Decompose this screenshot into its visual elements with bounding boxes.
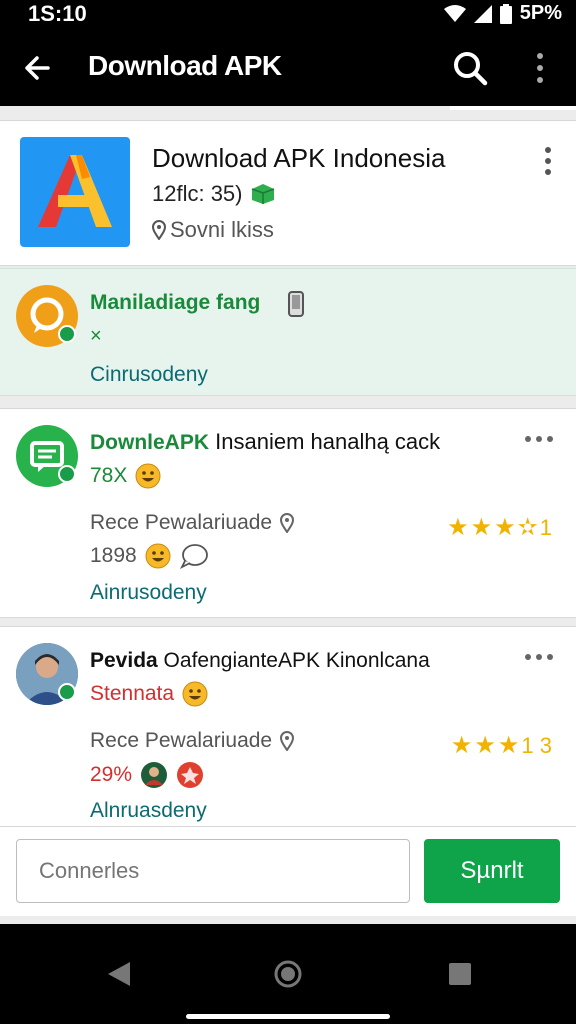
system-nav-bar <box>0 924 576 1024</box>
star-icon: ★ <box>497 732 520 759</box>
smiley-emoji-icon <box>135 463 161 489</box>
highlight-title: Maniladiage fang <box>90 291 261 314</box>
home-indicator <box>186 1014 390 1019</box>
highlight-link[interactable]: Cinrusodeny <box>90 363 208 387</box>
item-link[interactable]: Ainrusodeny <box>90 581 207 605</box>
item-menu-button[interactable] <box>524 647 554 667</box>
item-title: DownleAPK Insaniem hanalhą cack <box>90 429 440 455</box>
search-icon <box>454 52 488 86</box>
phone-icon <box>288 291 304 317</box>
item-title-bold: Pevida <box>90 649 158 672</box>
verified-badge-icon <box>58 465 76 483</box>
item-count: 1898 <box>90 544 137 567</box>
highlight-card[interactable]: Maniladiage fang × Cinrusodeny <box>0 268 576 396</box>
list-item[interactable]: Pevida OafengianteAPK Kinonlcana Stennat… <box>0 626 576 836</box>
wifi-icon <box>443 4 466 22</box>
back-button[interactable] <box>18 48 58 88</box>
location-pin-icon <box>280 513 295 533</box>
star-icon: ★ <box>474 732 496 759</box>
tab-indicator <box>450 106 576 110</box>
item-detail-text: Rece Pewalariuade <box>90 511 273 534</box>
app-location-text: Sovni lkiss <box>170 217 274 242</box>
item-menu-button[interactable] <box>524 429 554 449</box>
rating-value: 1 <box>539 515 552 540</box>
item-title-rest: OafengianteAPK Kinonlcana <box>157 649 430 672</box>
item-rating: ★ ★ ★ 1 3 <box>451 733 552 759</box>
star-icon: ★ <box>494 514 516 541</box>
status-time: 1S:10 <box>28 1 87 26</box>
app-location: Sovni lkiss <box>152 217 274 243</box>
item-sub-text: Stennata <box>90 682 175 705</box>
more-vert-icon <box>545 147 551 175</box>
status-bar: 1S:10 5P% <box>0 0 576 28</box>
nav-back-button[interactable] <box>100 954 140 994</box>
star-icon: ★ <box>447 514 469 541</box>
person-avatar-icon <box>141 762 168 788</box>
highlight-close[interactable]: × <box>90 325 102 348</box>
more-horiz-icon <box>525 654 553 660</box>
smiley-emoji-icon <box>145 543 171 569</box>
app-bar: Download APK <box>0 28 576 106</box>
app-card-menu-button[interactable] <box>536 145 560 179</box>
battery-percent: 5P% <box>519 2 562 24</box>
app-name: Download APK Indonesia <box>152 143 446 173</box>
nav-home-button[interactable] <box>268 954 308 994</box>
reaction-icon <box>177 762 204 788</box>
signal-icon <box>473 4 492 23</box>
content-area[interactable]: Download APK Indonesia 12flc: 35) Sovni … <box>0 106 576 924</box>
cube-icon <box>251 184 274 204</box>
speech-bubble-icon <box>179 544 208 569</box>
letter-a-logo-icon <box>38 155 112 227</box>
app-meta: 12flc: 35) <box>152 181 275 207</box>
item-title-brand: DownleAPK <box>90 431 210 454</box>
rating-value: 1 3 <box>521 733 552 758</box>
app-meta-text: 12flc: 35) <box>152 181 243 206</box>
status-icons: 5P% <box>443 2 562 25</box>
item-rating: ★ ★ ★ ✫ 1 <box>447 515 552 541</box>
input-row: Sµnrlt <box>0 826 576 916</box>
search-button[interactable] <box>448 46 492 90</box>
item-link[interactable]: Alnruasdeny <box>90 799 207 823</box>
item-count: 29% <box>90 763 133 786</box>
star-icon: ★ <box>450 732 473 759</box>
battery-icon <box>499 3 512 24</box>
more-horiz-icon <box>525 436 553 442</box>
app-logo <box>20 137 130 247</box>
star-half-icon: ✫ <box>517 514 538 541</box>
item-sub-text: 78X <box>90 464 128 487</box>
comment-input[interactable] <box>16 839 410 903</box>
list-item[interactable]: DownleAPK Insaniem hanalhą cack 78X Rece… <box>0 408 576 618</box>
circle-home-icon <box>274 960 302 988</box>
verified-badge-icon <box>58 683 76 701</box>
verified-badge-icon <box>58 325 76 343</box>
back-arrow-icon <box>25 56 50 80</box>
item-detail-text: Rece Pewalariuade <box>90 729 273 752</box>
page-title: Download APK <box>88 50 282 81</box>
square-recents-icon <box>449 963 471 985</box>
item-sub: Stennata <box>90 681 208 707</box>
location-pin-icon <box>152 220 166 240</box>
item-stats: 1898 <box>90 543 209 569</box>
item-stats: 29% <box>90 761 204 789</box>
item-sub: 78X <box>90 463 161 489</box>
item-title: Pevida OafengianteAPK Kinonlcana <box>90 647 430 673</box>
item-title-rest: Insaniem hanalhą cack <box>209 429 441 454</box>
smiley-emoji-icon <box>182 681 208 707</box>
overflow-menu-button[interactable] <box>526 50 554 86</box>
item-detail: Rece Pewalariuade <box>90 511 295 535</box>
location-pin-icon <box>280 731 295 751</box>
nav-recents-button[interactable] <box>440 954 480 994</box>
more-vert-icon <box>537 53 543 83</box>
app-card[interactable]: Download APK Indonesia 12flc: 35) Sovni … <box>0 120 576 266</box>
item-detail: Rece Pewalariuade <box>90 729 295 753</box>
triangle-back-icon <box>108 962 130 986</box>
submit-button[interactable]: Sµnrlt <box>424 839 560 903</box>
star-icon: ★ <box>470 514 493 541</box>
